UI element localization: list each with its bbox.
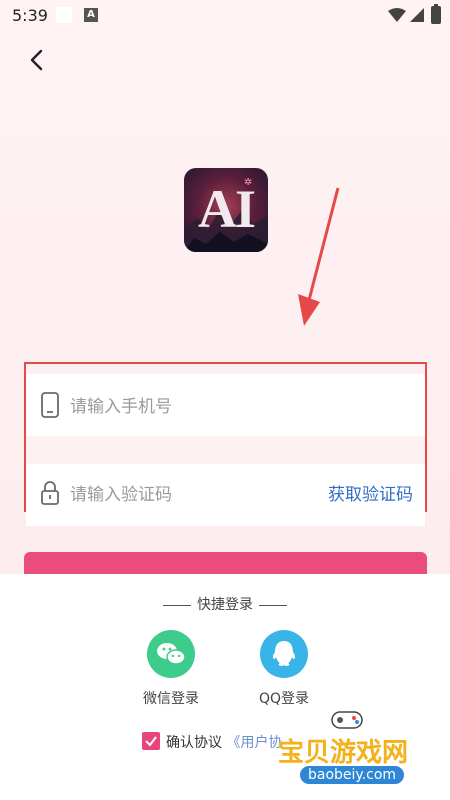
login-form-highlight: 请输入手机号 请输入验证码 获取验证码: [24, 362, 427, 526]
site-watermark: 宝贝游戏网 baobeiy.com: [278, 706, 448, 796]
back-arrow-icon[interactable]: [26, 48, 48, 72]
phone-icon: [41, 392, 59, 418]
watermark-domain: baobeiy.com: [300, 766, 405, 784]
annotation-arrow: [298, 187, 340, 326]
notification-placeholder-icon: [56, 7, 72, 23]
wechat-login-button[interactable]: 微信登录: [131, 630, 211, 708]
agreement-checkbox[interactable]: [142, 732, 160, 750]
battery-icon: [431, 4, 441, 24]
logo-text: AI: [197, 179, 256, 239]
status-time: 5:39: [12, 6, 48, 25]
wechat-login-label: 微信登录: [143, 691, 199, 707]
wifi-icon: [388, 8, 406, 22]
code-input[interactable]: 请输入验证码: [70, 480, 172, 505]
watermark-title: 宝贝游戏网: [278, 738, 409, 768]
qq-login-label: QQ登录: [258, 691, 310, 707]
checkmark-icon: [145, 736, 157, 747]
lock-icon: [41, 481, 59, 505]
app-logo: AI ✲: [184, 168, 268, 252]
title-line-left: [163, 604, 191, 606]
get-code-button[interactable]: 获取验证码: [328, 480, 413, 505]
signal-icon: [410, 8, 424, 22]
quick-login-title: 快捷登录: [0, 594, 450, 614]
wechat-circle[interactable]: [147, 630, 195, 678]
status-bar: 5:39 A: [0, 0, 450, 32]
phone-field[interactable]: 请输入手机号: [26, 374, 425, 436]
qq-circle[interactable]: [260, 630, 308, 678]
title-line-right: [259, 604, 287, 606]
accessibility-notification-icon: A: [84, 8, 98, 22]
qq-icon: [272, 641, 296, 666]
wechat-icon: [157, 643, 186, 665]
gamepad-icon: [331, 711, 363, 729]
agreement-text: 确认协议 《用户协: [166, 732, 282, 752]
user-agreement-link[interactable]: 《用户协: [226, 735, 282, 751]
agreement-prefix: 确认协议: [166, 735, 222, 751]
quick-login-title-text: 快捷登录: [197, 597, 253, 613]
qq-login-button[interactable]: QQ登录: [244, 630, 324, 708]
phone-input[interactable]: 请输入手机号: [70, 392, 172, 417]
code-field[interactable]: 请输入验证码 获取验证码: [26, 464, 425, 526]
sparkle-icon: ✲: [244, 177, 253, 188]
field-divider: [26, 436, 425, 464]
